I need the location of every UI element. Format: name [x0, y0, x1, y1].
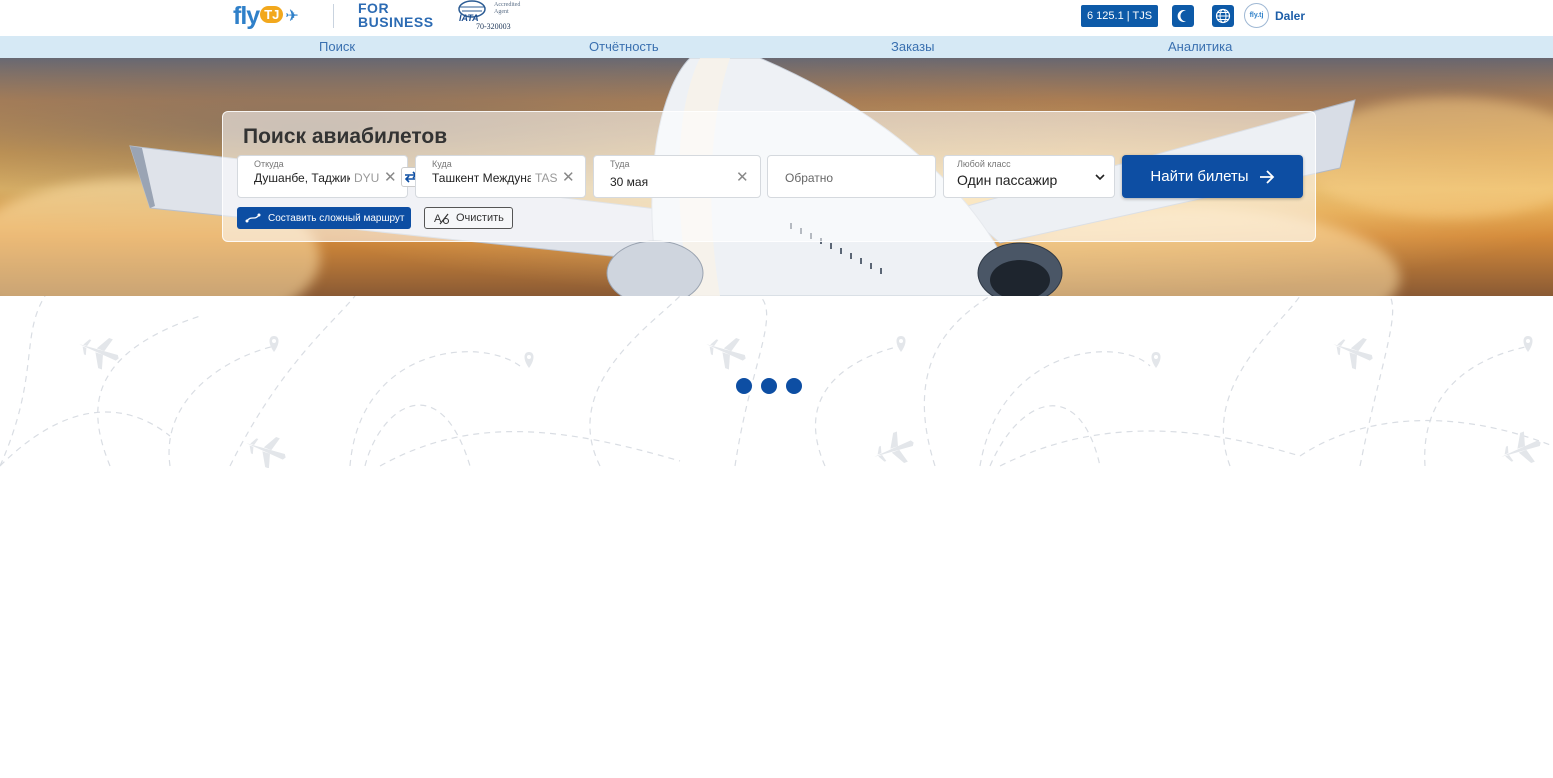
from-label: Откуда: [254, 159, 284, 169]
iata-text-line-2: Agent: [494, 9, 509, 15]
loading-dot-2: [761, 378, 777, 394]
find-tickets-label: Найти билеты: [1150, 168, 1249, 185]
for-business-label: FOR BUSINESS: [358, 1, 434, 29]
nav-item-reports[interactable]: Отчётность: [589, 39, 659, 54]
header-divider: [333, 4, 334, 28]
passengers-select[interactable]: Любой класс Один пассажир: [943, 155, 1115, 198]
to-field[interactable]: Куда Ташкент Международный TAS ✕: [415, 155, 586, 198]
clear-text-icon: A: [434, 213, 450, 225]
route-icon: [245, 213, 261, 223]
loading-dot-3: [786, 378, 802, 394]
logo-plane-icon: ✈: [285, 8, 299, 25]
depart-value: 30 мая: [610, 175, 649, 189]
header: fly TJ ✈ FOR BUSINESS IATA Accredited Ag…: [0, 0, 1553, 36]
flight-paths-pattern: [0, 296, 1553, 468]
passengers-value: Один пассажир: [957, 172, 1058, 188]
search-title: Поиск авиабилетов: [243, 125, 448, 148]
from-clear-icon[interactable]: ✕: [384, 168, 397, 186]
globe-icon: [1215, 8, 1231, 24]
iata-badge: IATA Accredited Agent 70-320003: [456, 0, 532, 32]
from-value: Душанбе, Таджикистан: [254, 171, 350, 185]
logo-fly-text: fly: [233, 1, 260, 30]
return-placeholder: Обратно: [785, 171, 834, 185]
depart-clear-icon[interactable]: ✕: [736, 168, 749, 186]
moon-icon: [1177, 10, 1186, 22]
find-tickets-button[interactable]: Найти билеты: [1122, 155, 1303, 198]
logo-tj-badge: TJ: [260, 5, 284, 23]
complex-route-button[interactable]: Составить сложный маршрут: [237, 207, 411, 229]
search-panel: Поиск авиабилетов Откуда Душанбе, Таджик…: [222, 111, 1316, 242]
map-pattern-background: [0, 296, 1553, 468]
username[interactable]: Daler: [1275, 9, 1305, 23]
depart-date-field[interactable]: Туда 30 мая ✕: [593, 155, 761, 198]
dark-mode-toggle[interactable]: [1172, 5, 1194, 27]
for-business-line-1: FOR: [358, 0, 390, 16]
balance-badge[interactable]: 6 125.1 | TJS: [1081, 5, 1159, 27]
language-button[interactable]: [1212, 5, 1234, 27]
for-business-line-2: BUSINESS: [358, 14, 434, 30]
loading-dot-1: [736, 378, 752, 394]
to-code: TAS: [535, 171, 558, 185]
nav-item-orders[interactable]: Заказы: [891, 39, 934, 54]
chevron-down-icon: [1095, 174, 1105, 181]
iata-number: 70-320003: [476, 22, 511, 31]
nav-item-search[interactable]: Поиск: [319, 39, 355, 54]
svg-text:IATA: IATA: [459, 13, 479, 22]
arrow-right-icon: [1259, 169, 1274, 184]
iata-logo-icon: IATA: [458, 0, 486, 22]
iata-text-line-1: Accredited: [494, 2, 521, 8]
from-code: DYU: [354, 171, 380, 185]
from-field[interactable]: Откуда Душанбе, Таджикистан DYU ✕: [237, 155, 408, 198]
to-value: Ташкент Международный: [432, 171, 531, 185]
avatar[interactable]: fly.tj: [1244, 3, 1269, 28]
to-clear-icon[interactable]: ✕: [562, 168, 575, 186]
main-nav: Поиск Отчётность Заказы Аналитика: [0, 36, 1553, 58]
iata-accredited-text: Accredited Agent: [494, 2, 520, 16]
class-label: Любой класс: [957, 159, 1011, 169]
flytj-logo[interactable]: fly TJ ✈: [233, 0, 299, 32]
clear-button[interactable]: A Очистить: [424, 207, 513, 229]
complex-route-label: Составить сложный маршрут: [268, 212, 405, 224]
return-date-field[interactable]: Обратно: [767, 155, 936, 198]
depart-label: Туда: [610, 159, 630, 169]
nav-item-analytics[interactable]: Аналитика: [1168, 39, 1232, 54]
to-label: Куда: [432, 159, 452, 169]
clear-label: Очистить: [456, 212, 504, 224]
